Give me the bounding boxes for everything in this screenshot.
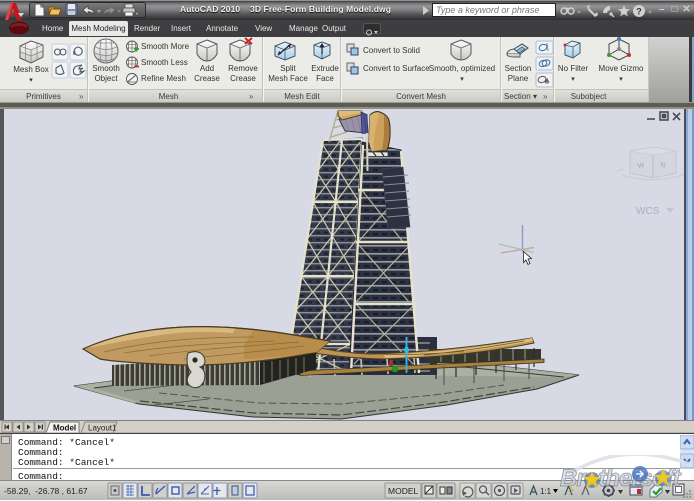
svg-text:Model: Model	[53, 424, 76, 433]
svg-text:1:1: 1:1	[540, 487, 552, 496]
svg-text:N: N	[660, 162, 666, 170]
svg-text:?: ?	[636, 7, 642, 17]
svg-text:WCS: WCS	[636, 206, 660, 217]
svg-text:Layout1: Layout1	[88, 424, 117, 433]
svg-text:MODEL: MODEL	[388, 486, 419, 496]
